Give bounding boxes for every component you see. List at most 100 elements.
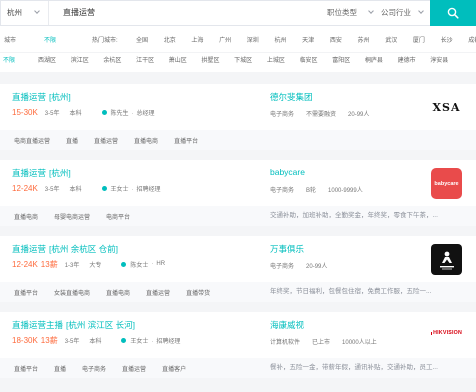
job-primary: 直播运营主播 [杭州 滨江区 长河] 18-30K 13薪 3-5年 本科 王女士… [0,312,476,358]
company-info: 电子商务 B轮 1000-9999人 [270,185,375,194]
company-name[interactable]: babycare [270,167,305,177]
job-salary-months: 13薪 [40,335,58,345]
job-title-line[interactable]: 直播运营主播 [杭州 滨江区 长河] [12,319,135,331]
district-option[interactable]: 富阳区 [332,53,365,68]
job-salary: 15-30K [12,107,38,117]
district-option[interactable]: 桐庐县 [365,53,398,68]
district-option-selected[interactable]: 不限 [3,53,38,68]
city-option[interactable]: 广州 [219,33,247,49]
company-logo[interactable]: babycare [431,168,462,199]
online-status-dot [121,337,127,343]
job-tags-row: 直播平台 直播 电子商务 直播运营 直播客户 餐补，五险一金，带薪年假，通讯补贴… [0,358,476,378]
city-option[interactable]: 北京 [164,33,192,49]
city-option[interactable]: 西安 [330,33,358,49]
job-title[interactable]: 直播运营 [12,168,46,178]
job-location: [杭州] [49,168,71,178]
online-status-dot [101,185,107,191]
chevron-down-icon [368,8,374,14]
industry-select[interactable]: 公司行业 [381,1,431,25]
district-option[interactable]: 拱墅区 [201,53,234,68]
job-location: [杭州 滨江区 长河] [66,320,135,330]
city-option-selected[interactable]: 不限 [44,33,56,49]
district-option[interactable]: 萧山区 [169,53,202,68]
job-salary: 18-30K [12,335,38,345]
company-name[interactable]: 德尔斐集团 [270,91,313,103]
job-card[interactable]: 直播运营[杭州] 15-30K 3-5年 本科 陈先生 总经理 德尔斐集团 电子… [0,84,476,150]
company-name[interactable]: 万事俱乐 [270,243,304,255]
city-option[interactable]: 成都 [468,33,476,49]
recruiter-role: 招聘经理 [148,336,180,345]
job-card[interactable]: 直播运营[杭州 余杭区 仓前] 12-24K 13薪 1-3年 大专 陈女士 H… [0,236,476,302]
job-primary: 直播运营[杭州] 15-30K 3-5年 本科 陈先生 总经理 德尔斐集团 电子… [0,84,476,130]
district-option[interactable]: 余杭区 [103,53,136,68]
job-benefits: 交通补助，加班补助，全勤奖金，年终奖，零食下午茶，... [270,212,438,219]
search-bar: 杭州 直播运营 职位类型 公司行业 [0,0,476,28]
district-option[interactable]: 西湖区 [38,53,71,68]
city-option[interactable]: 天津 [302,33,330,49]
job-benefits: 年终奖，节日福利，包餐包住宿，免费工作服，五险一... [270,288,432,295]
job-location: [杭州] [49,92,71,102]
job-title[interactable]: 直播运营 [12,244,46,254]
district-option[interactable]: 淳安县 [430,53,463,68]
company-name[interactable]: 海康威视 [270,319,304,331]
city-option[interactable]: 长沙 [441,33,469,49]
company-logo[interactable]: XSA [431,92,462,123]
district-option[interactable]: 上城区 [267,53,300,68]
district-list: 不限 西湖区 滨江区 余杭区 江干区 萧山区 拱墅区 下城区 上城区 临安区 富… [3,53,463,68]
company-logo[interactable]: HIKVISION [431,326,462,340]
company-logo[interactable] [431,244,462,275]
job-type-select[interactable]: 职位类型 [327,1,379,25]
online-status-dot [101,109,107,115]
company-size: 20-99人 [348,112,370,118]
job-tag: 直播运营 [122,366,147,373]
company-logo-text: babycare [434,180,459,187]
recruiter-role: HR [148,261,165,267]
district-option[interactable]: 滨江区 [71,53,104,68]
job-tag: 直播平台 [14,290,39,297]
job-title-line[interactable]: 直播运营 [杭州 余杭区 仓前] [12,243,118,255]
recruiter-name: 陈女士 [130,262,149,269]
city-option[interactable]: 厦门 [413,33,441,49]
job-card[interactable]: 直播运营主播 [杭州 滨江区 长河] 18-30K 13薪 3-5年 本科 王女士… [0,312,476,378]
search-input[interactable]: 直播运营 [63,1,313,25]
city-option[interactable]: 武汉 [385,33,413,49]
company-info: 计算机软件 已上市 10000人以上 [270,337,389,346]
district-option[interactable]: 临安区 [300,53,333,68]
company-logo-mark [439,251,454,269]
district-option[interactable]: 江干区 [136,53,169,68]
company-stage: B轮 [306,188,317,194]
company-info: 电子商务 不需要融资 20-99人 [270,109,381,118]
job-card[interactable]: 直播运营[杭州] 12-24K 3-5年 本科 王女士 招聘经理 babycar… [0,160,476,226]
hot-city-list: 全国 北京 上海 广州 深圳 杭州 天津 西安 苏州 武汉 厦门 长沙 成都 [136,33,476,49]
job-title[interactable]: 直播运营 [12,92,46,102]
chevron-down-icon [418,8,424,14]
company-size: 10000人以上 [342,340,377,346]
city-option[interactable]: 全国 [136,33,164,49]
search-button[interactable] [430,0,476,26]
job-meta: 12-24K 13薪 1-3年 大专 陈女士 HR [12,259,165,269]
city-select[interactable]: 杭州 [1,1,49,25]
district-option[interactable]: 下城区 [234,53,267,68]
job-tag-list: 直播平台 女装直播电商 直播电商 直播运营 直播带货 [14,282,226,302]
company-stage: 已上市 [312,340,331,346]
job-primary: 直播运营[杭州 余杭区 仓前] 12-24K 13薪 1-3年 大专 陈女士 H… [0,236,476,282]
company-industry: 计算机软件 [270,340,301,346]
city-option[interactable]: 深圳 [247,33,275,49]
city-option[interactable]: 杭州 [274,33,302,49]
city-option[interactable]: 苏州 [358,33,386,49]
job-type-label: 职位类型 [327,8,357,17]
company-industry: 电子商务 [270,112,295,118]
company-logo-text: HIKVISION [433,330,462,336]
job-title-line[interactable]: 直播运营 [杭州] [12,91,71,103]
city-option[interactable]: 上海 [191,33,219,49]
job-title-line[interactable]: 直播运营 [杭州] [12,167,71,179]
district-option[interactable]: 建德市 [398,53,431,68]
job-tags-row: 电商直播运营 直播 直播运营 直播电商 直播平台 [0,130,476,150]
hot-cities-label: 热门城市: [92,38,118,44]
job-tag: 直播平台 [174,138,199,145]
recruiter-name: 陈先生 [110,110,129,117]
search-input-value: 直播运营 [63,8,95,17]
job-title[interactable]: 直播运营主播 [12,320,63,330]
job-tag: 母婴电商运营 [54,214,91,221]
job-tag: 直播平台 [14,366,39,373]
